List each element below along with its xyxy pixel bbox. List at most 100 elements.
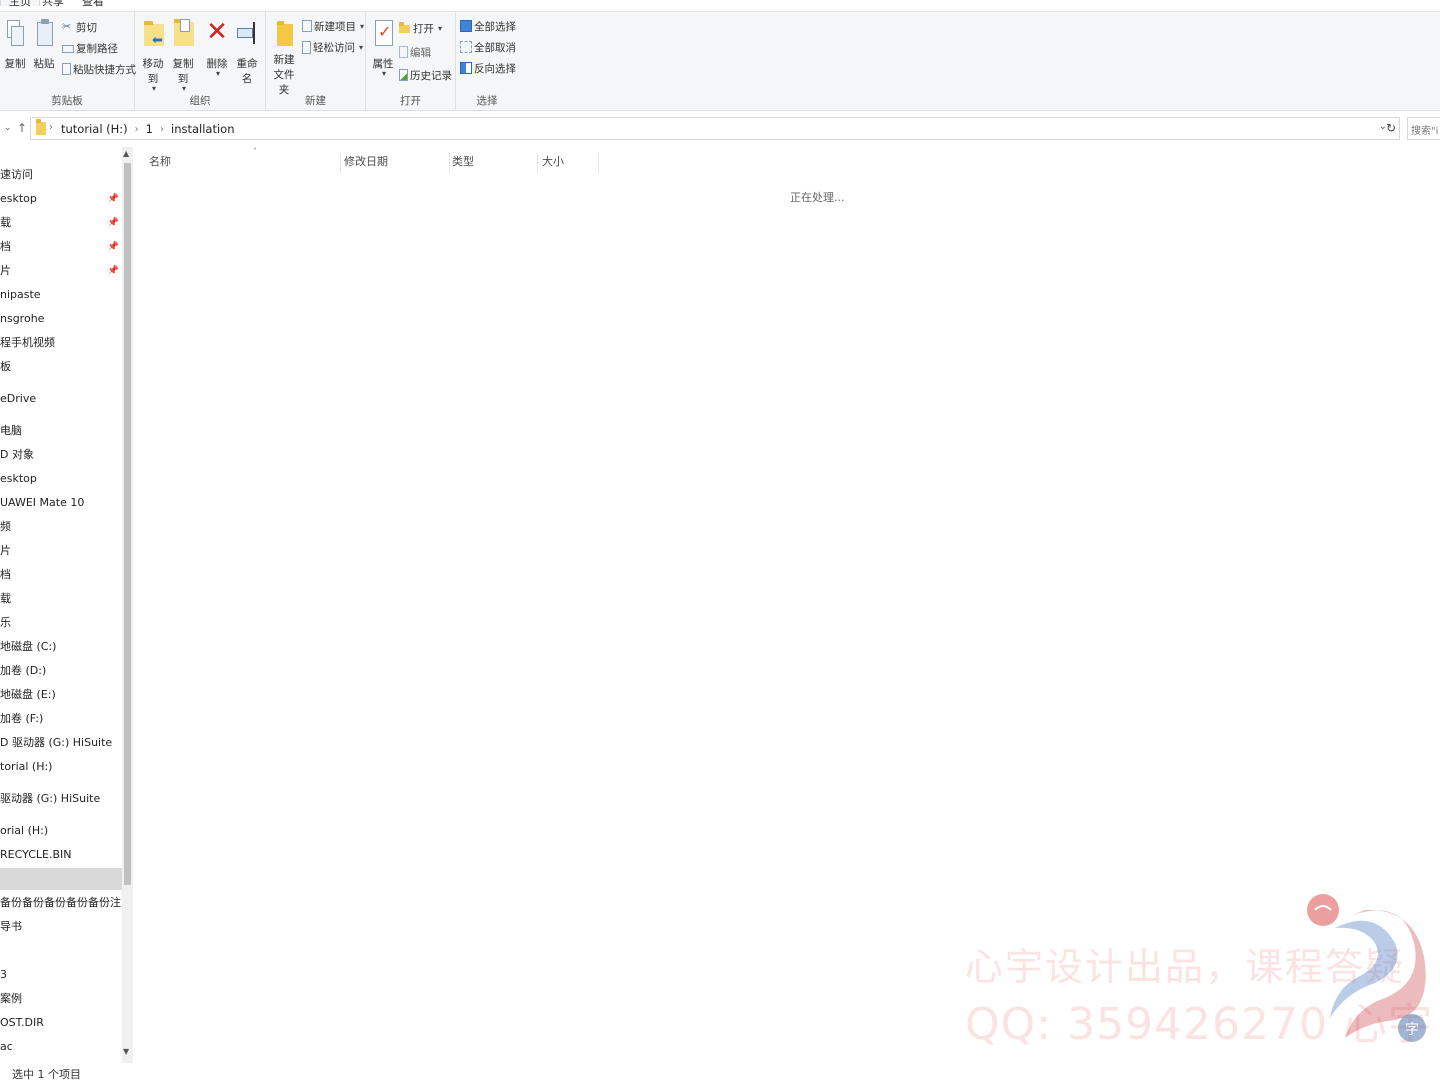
nav-item[interactable]: 驱动器 (G:) HiSuite (0, 788, 122, 810)
nav-item[interactable]: 载 📌 (0, 212, 122, 234)
address-bar[interactable]: › tutorial (H:) › 1 › installation ⌄ (30, 117, 1400, 140)
delete-button[interactable]: ✕ 删除 ▾ (202, 16, 232, 78)
edit-button[interactable]: 编辑 (399, 43, 431, 61)
column-header-modified[interactable]: 修改日期 (344, 153, 450, 173)
address-bar-row: ⌄ ↑ › tutorial (H:) › 1 › installation ⌄… (0, 111, 1440, 147)
nav-item[interactable]: nsgrohe (0, 308, 122, 330)
nav-item[interactable]: 板 (0, 356, 122, 378)
nav-item-label: 案例 (0, 992, 22, 1005)
scissors-icon: ✂ (62, 20, 72, 33)
nav-item[interactable]: 档 (0, 564, 122, 586)
nav-item[interactable]: 导书 (0, 916, 122, 938)
nav-item[interactable]: 3 (0, 964, 122, 986)
pin-icon[interactable]: 📌 (108, 212, 119, 234)
new-group-label: 新建 (305, 95, 326, 107)
rename-button[interactable]: 重命名 (232, 16, 262, 86)
select-all-button[interactable]: 全部选择 (460, 17, 516, 35)
open-group: ✓ 属性 ▾ 打开 ▾ 编辑 历史记录 打开 (366, 12, 456, 111)
nav-item[interactable]: OST.DIR (0, 1012, 122, 1034)
invert-selection-button[interactable]: 反向选择 (460, 59, 516, 77)
new-item-button[interactable]: 新建项目 ▾ (302, 17, 364, 35)
clipboard-group-label: 剪贴板 (51, 95, 83, 107)
tab-home[interactable]: 主页 (0, 0, 40, 8)
nav-item-label: 档 (0, 568, 11, 581)
copy-button[interactable]: 复制 (0, 16, 30, 71)
nav-item[interactable]: 档 📌 (0, 236, 122, 258)
copy-path-icon (62, 45, 74, 53)
nav-item[interactable]: 程手机视频 (0, 332, 122, 354)
nav-item-label: RECYCLE.BIN (0, 848, 72, 861)
column-header-size[interactable]: 大小 (542, 153, 599, 173)
nav-item[interactable] (0, 868, 122, 890)
open-caret-icon: ▾ (438, 23, 443, 33)
nav-item[interactable] (0, 940, 122, 962)
scroll-up-arrow-icon[interactable]: ▲ (123, 149, 129, 158)
nav-item[interactable]: D 对象 (0, 444, 122, 466)
nav-item[interactable]: esktop 📌 (0, 188, 122, 210)
nav-item[interactable]: ac (0, 1036, 122, 1058)
pin-icon[interactable]: 📌 (108, 236, 119, 258)
copy-to-button[interactable]: 复制到 ▾ (168, 16, 198, 93)
nav-item[interactable]: 速访问 (0, 164, 122, 186)
pin-icon[interactable]: 📌 (108, 188, 119, 210)
column-header-size-label: 大小 (542, 155, 564, 168)
select-all-label: 全部选择 (474, 20, 516, 33)
breadcrumb-item[interactable]: 1 (146, 122, 153, 136)
tab-view[interactable]: 查看 (82, 0, 104, 9)
new-item-label: 新建项目 (314, 20, 356, 33)
nav-item[interactable]: RECYCLE.BIN (0, 844, 122, 866)
cut-button[interactable]: ✂ 剪切 (62, 18, 97, 36)
search-input[interactable]: 搜索"i (1407, 117, 1440, 140)
column-header-type[interactable]: 类型 (452, 153, 538, 173)
nav-item[interactable]: 备份备份备份备份备份注意别摸 (0, 892, 122, 914)
tab-share[interactable]: 共享 (42, 0, 64, 9)
breadcrumb-separator-icon: › (160, 123, 164, 135)
nav-item-label: 载 (0, 592, 11, 605)
nav-item[interactable]: 片 (0, 540, 122, 562)
nav-item[interactable]: 乐 (0, 612, 122, 634)
ribbon: 复制 粘贴 ✂ 剪切 复制路径 粘贴快捷方式 剪贴板 ⬅ 移动到 ▾ 复制到 ▾… (0, 12, 1440, 111)
nav-item[interactable]: 加卷 (F:) (0, 708, 122, 730)
file-list: ˄ 名称 修改日期 类型 大小 正在处理... (134, 147, 1440, 1063)
column-header-name[interactable]: ˄ 名称 (149, 147, 341, 173)
up-arrow-icon[interactable]: ↑ (17, 121, 27, 135)
nav-item[interactable]: eDrive (0, 388, 122, 410)
nav-item[interactable]: 地磁盘 (E:) (0, 684, 122, 706)
copy-path-button[interactable]: 复制路径 (62, 39, 118, 57)
nav-item[interactable]: 地磁盘 (C:) (0, 636, 122, 658)
open-button[interactable]: 打开 ▾ (399, 19, 442, 37)
nav-item[interactable]: nipaste (0, 284, 122, 306)
nav-item[interactable]: 频 (0, 516, 122, 538)
paste-shortcut-button[interactable]: 粘贴快捷方式 (62, 60, 136, 78)
properties-button[interactable]: ✓ 属性 ▾ (368, 16, 398, 78)
easy-access-button[interactable]: 轻松访问 ▾ (302, 38, 363, 56)
pin-icon[interactable]: 📌 (108, 260, 119, 282)
nav-item[interactable]: orial (H:) (0, 820, 122, 842)
nav-item-label: 频 (0, 520, 11, 533)
breadcrumb-item[interactable]: installation (171, 122, 235, 136)
nav-scrollbar[interactable]: ▲ ▼ (122, 147, 133, 1063)
rename-icon (235, 16, 259, 48)
nav-item-label: UAWEI Mate 10 (0, 496, 85, 509)
nav-item[interactable]: torial (H:) (0, 756, 122, 778)
recent-locations-chevron-icon[interactable]: ⌄ (4, 123, 12, 133)
nav-item[interactable]: UAWEI Mate 10 (0, 492, 122, 514)
nav-item[interactable]: 加卷 (D:) (0, 660, 122, 682)
scroll-down-arrow-icon[interactable]: ▼ (123, 1047, 129, 1056)
nav-item[interactable]: 电脑 (0, 420, 122, 442)
refresh-icon[interactable]: ↻ (1386, 121, 1396, 135)
nav-item[interactable]: 案例 (0, 988, 122, 1010)
nav-scrollbar-thumb[interactable] (124, 163, 131, 885)
nav-item[interactable]: D 驱动器 (G:) HiSuite (0, 732, 122, 754)
new-folder-label-line1: 新建 (273, 54, 295, 66)
nav-item[interactable]: 载 (0, 588, 122, 610)
breadcrumb-item[interactable]: tutorial (H:) (61, 122, 128, 136)
new-folder-button[interactable]: 新建 文件夹 (269, 16, 299, 97)
history-button[interactable]: 历史记录 (399, 66, 452, 84)
nav-item[interactable]: 片 📌 (0, 260, 122, 282)
move-to-button[interactable]: ⬅ 移动到 ▾ (138, 16, 168, 93)
new-item-icon (302, 20, 312, 32)
select-none-button[interactable]: 全部取消 (460, 38, 516, 56)
paste-button[interactable]: 粘贴 (29, 16, 59, 71)
nav-item[interactable]: esktop (0, 468, 122, 490)
